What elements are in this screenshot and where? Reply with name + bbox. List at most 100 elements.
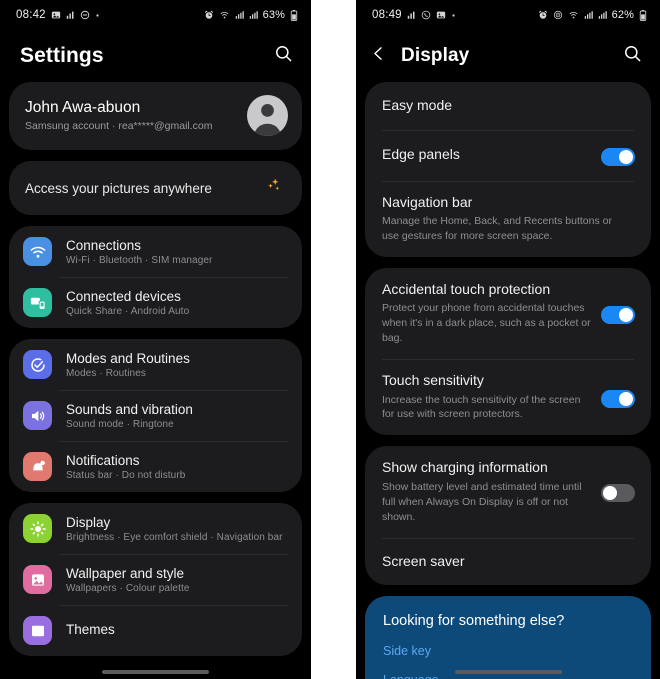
back-chevron-icon (370, 45, 387, 67)
sidebar-item-display[interactable]: Display Brightness · Eye comfort shield … (9, 503, 302, 554)
item-subtitle: Wallpapers · Colour palette (66, 582, 190, 594)
gesture-pill[interactable] (454, 670, 562, 674)
alarm-icon (538, 10, 548, 20)
item-subtitle: Sound mode · Ringtone (66, 418, 174, 430)
display-app-bar: Display (356, 30, 660, 82)
back-button[interactable] (370, 45, 387, 67)
search-button[interactable] (623, 44, 642, 68)
display-group-2: Accidental touch protection Protect your… (365, 267, 651, 436)
row-easy-mode[interactable]: Easy mode (365, 82, 651, 130)
settings-group-connections: Connections Wi-Fi · Bluetooth · SIM mana… (9, 226, 302, 328)
item-title: Wallpaper and style (66, 565, 185, 581)
panel-separator (311, 0, 356, 679)
signal-bars-icon (407, 10, 416, 20)
account-card[interactable]: John Awa-abuon Samsung account · rea****… (9, 82, 302, 150)
page-title: Settings (20, 44, 104, 67)
left-gesture-bar[interactable] (0, 670, 311, 674)
sidebar-item-connected-devices[interactable]: Connected devices Quick Share · Android … (9, 277, 302, 328)
row-title: Show charging information (382, 459, 548, 476)
edge-panels-toggle[interactable] (601, 147, 635, 166)
notifications-icon (23, 452, 52, 481)
location-icon (553, 10, 563, 20)
left-phone-screen: 08:42 63% Settings John Awa-abuon Samsun… (0, 0, 311, 679)
status-bar-right-group: 63% (204, 9, 298, 21)
sidebar-item-connections[interactable]: Connections Wi-Fi · Bluetooth · SIM mana… (9, 226, 302, 277)
settings-group-display-wallpaper-themes: Display Brightness · Eye comfort shield … (9, 503, 302, 656)
battery-icon (639, 9, 647, 21)
item-subtitle: Status bar · Do not disturb (66, 469, 186, 481)
whatsapp-icon (421, 10, 431, 20)
item-title: Themes (66, 622, 115, 637)
modes-routines-icon (23, 350, 52, 379)
accidental-touch-protection-toggle[interactable] (601, 305, 635, 324)
display-scroll-body[interactable]: Easy mode Edge panels Navigation bar Man… (356, 82, 660, 679)
item-title: Connected devices (66, 288, 181, 304)
looking-card-title: Looking for something else? (383, 613, 565, 630)
dual-screenshot-stage: 08:42 63% Settings John Awa-abuon Samsun… (0, 0, 660, 679)
item-title: Modes and Routines (66, 350, 190, 366)
status-bar-left-group: 08:42 (16, 9, 100, 21)
row-navigation-bar[interactable]: Navigation bar Manage the Home, Back, an… (365, 180, 651, 257)
row-title: Touch sensitivity (382, 372, 484, 389)
signal-bars-icon (66, 10, 75, 20)
status-bar-clock: 08:49 (372, 9, 402, 21)
account-subtitle: Samsung account · rea*****@gmail.com (25, 120, 213, 132)
link-side-key[interactable]: Side key (383, 644, 633, 658)
sidebar-item-sounds-and-vibration[interactable]: Sounds and vibration Sound mode · Ringto… (9, 390, 302, 441)
settings-group-modes-sounds-notifications: Modes and Routines Modes · Routines Soun… (9, 339, 302, 492)
alarm-icon (204, 10, 214, 20)
sidebar-item-modes-and-routines[interactable]: Modes and Routines Modes · Routines (9, 339, 302, 390)
signal-2-icon (249, 10, 258, 20)
row-title: Edge panels (382, 146, 460, 163)
wallpaper-icon (23, 565, 52, 594)
sidebar-item-notifications[interactable]: Notifications Status bar · Do not distur… (9, 441, 302, 492)
signal-2-icon (598, 10, 607, 20)
settings-app-bar: Settings (0, 30, 311, 82)
connected-devices-icon (23, 288, 52, 317)
row-show-charging-information[interactable]: Show charging information Show battery l… (365, 446, 651, 537)
show-charging-information-toggle[interactable] (601, 484, 635, 503)
item-title: Connections (66, 237, 142, 253)
row-description: Increase the touch sensitivity of the sc… (382, 393, 581, 421)
promo-row[interactable]: Access your pictures anywhere (9, 161, 302, 215)
row-title: Easy mode (382, 97, 453, 113)
item-subtitle: Modes · Routines (66, 367, 146, 379)
promo-card[interactable]: Access your pictures anywhere (9, 161, 302, 215)
battery-percentage: 62% (611, 9, 634, 21)
row-accidental-touch-protection[interactable]: Accidental touch protection Protect your… (365, 268, 651, 359)
battery-percentage: 63% (262, 9, 285, 21)
display-group-3: Show charging information Show battery l… (365, 446, 651, 586)
dnd-icon (80, 10, 90, 20)
status-bar-left-group: 08:49 (372, 9, 456, 21)
item-title: Sounds and vibration (66, 401, 193, 417)
wifi-calling-icon (219, 10, 230, 20)
right-gesture-bar[interactable] (356, 670, 660, 674)
promo-label: Access your pictures anywhere (25, 180, 212, 196)
account-row[interactable]: John Awa-abuon Samsung account · rea****… (9, 82, 302, 150)
sidebar-item-themes[interactable]: Themes (9, 605, 302, 656)
search-icon (623, 44, 642, 68)
battery-icon (290, 9, 298, 21)
row-title: Screen saver (382, 552, 465, 569)
wifi-calling-icon (568, 10, 579, 20)
row-title: Navigation bar (382, 193, 473, 210)
item-title: Display (66, 514, 111, 530)
right-phone-screen: 08:49 62% Display Easy mode Edge panels … (356, 0, 660, 679)
sidebar-item-wallpaper-and-style[interactable]: Wallpaper and style Wallpapers · Colour … (9, 554, 302, 605)
dot-icon (451, 13, 456, 18)
page-title: Display (401, 45, 470, 66)
gallery-icon (51, 10, 61, 20)
search-icon (274, 44, 293, 68)
right-status-bar: 08:49 62% (356, 0, 660, 30)
row-screen-saver[interactable]: Screen saver (365, 537, 651, 586)
dot-icon (95, 13, 100, 18)
gesture-pill[interactable] (102, 670, 209, 674)
avatar[interactable] (247, 95, 288, 136)
search-button[interactable] (274, 44, 293, 68)
signal-1-icon (584, 10, 593, 20)
touch-sensitivity-toggle[interactable] (601, 389, 635, 408)
settings-scroll-body[interactable]: John Awa-abuon Samsung account · rea****… (0, 82, 311, 656)
row-edge-panels[interactable]: Edge panels (365, 129, 651, 181)
row-touch-sensitivity[interactable]: Touch sensitivity Increase the touch sen… (365, 359, 651, 435)
sparkle-icon (264, 177, 284, 199)
